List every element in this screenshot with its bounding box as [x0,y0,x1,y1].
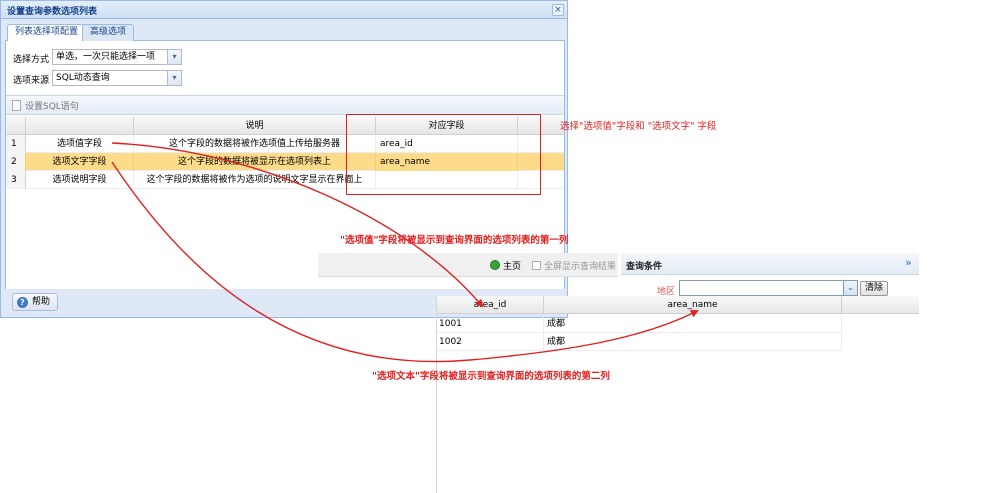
help-button[interactable]: ? 帮助 [12,293,59,311]
query-toolbar: 主页 全屏显示查询结果 [318,253,618,277]
tab-list-options[interactable]: 列表选择项配置 [7,24,87,41]
clear-button[interactable]: 清除 [860,281,889,296]
double-chevron-right-icon[interactable]: » [905,257,917,269]
row-number: 1 [6,135,26,153]
chevron-down-icon[interactable]: ▾ [167,71,181,85]
fullscreen-label: 全屏显示查询结果 [544,262,617,272]
area-id-cell: 1001 [437,315,544,333]
query-conditions-title: 查询条件 [626,262,663,272]
row-number: 3 [6,171,26,189]
area-name-cell: 成都 [544,315,842,333]
field-desc-cell: 这个字段的数据将被作为选项的说明文字显示在界面上 [134,171,376,189]
field-header [26,117,134,135]
annotation-first-column: "选项值"字段将被显示到查询界面的选项列表的第一列 [340,235,569,246]
chevron-down-icon[interactable]: ▾ [167,50,181,64]
select-mode-combo[interactable]: 单选，一次只能选择一项 ▾ [52,49,182,65]
dialog-header[interactable]: 设置查询参数选项列表 × [1,1,567,19]
select-mode-label: 选择方式 [13,55,50,65]
tab-advanced[interactable]: 高级选项 [82,24,135,41]
result-row[interactable]: 1002 成都 [437,333,842,351]
rownum-header [6,117,26,135]
home-icon [490,260,500,270]
set-sql-button[interactable]: 设置SQL语句 [12,99,79,113]
field-name-cell: 选项文字字段 [26,153,134,171]
row-number: 2 [6,153,26,171]
close-icon[interactable]: × [552,4,564,16]
field-desc-cell: 这个字段的数据将被显示在选项列表上 [134,153,376,171]
field-name-cell: 选项说明字段 [26,171,134,189]
chevron-down-icon[interactable]: ⌄ [843,281,857,295]
set-sql-label: 设置SQL语句 [25,102,79,112]
dialog-title: 设置查询参数选项列表 [7,7,98,17]
field-desc-cell: 这个字段的数据将被作选项值上传给服务器 [134,135,376,153]
area-id-header[interactable]: area_id [437,296,544,314]
fullscreen-results-toggle[interactable]: 全屏显示查询结果 [532,259,616,272]
field-name-cell: 选项值字段 [26,135,134,153]
result-row[interactable]: 1001 成都 [437,315,842,333]
annotation-select-fields: 选择"选项值"字段和 "选项文字" 字段 [560,121,717,132]
home-label: 主页 [503,262,522,272]
source-label: 选项来源 [13,76,50,86]
query-conditions-panel: 查询条件 » 地区 ⌄ 清除 [621,253,919,301]
source-combo[interactable]: SQL动态查询 ▾ [52,70,182,86]
annotation-second-column: "选项文本"字段将被显示到查询界面的选项列表的第二列 [372,371,610,382]
area-name-cell: 成都 [544,333,842,351]
highlight-box [346,114,541,195]
query-conditions-header: 查询条件 » [621,253,919,275]
source-value: SQL动态查询 [56,73,110,83]
home-button[interactable]: 主页 [490,259,521,272]
checkbox-icon [532,261,541,270]
tab-strip: 列表选择项配置 高级选项 [5,23,565,41]
area-name-header[interactable]: area_name [544,296,842,314]
help-button-label: 帮助 [32,297,51,307]
result-grid-header: area_id area_name [437,296,919,314]
help-icon: ? [17,297,28,308]
sql-toolbar: 设置SQL语句 [6,95,564,115]
region-combo[interactable]: ⌄ [679,280,858,296]
select-mode-value: 单选，一次只能选择一项 [56,52,156,62]
desc-header[interactable]: 说明 [134,117,376,135]
area-id-cell: 1002 [437,333,544,351]
document-icon [12,100,21,111]
